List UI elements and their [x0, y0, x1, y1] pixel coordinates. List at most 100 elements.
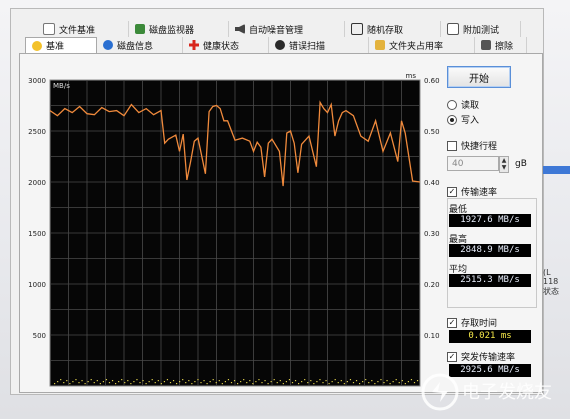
burst-rate-checkbox[interactable]: ✓ 突发传输速率: [447, 350, 515, 363]
tab-aam[interactable]: 自动噪音管理: [229, 21, 345, 37]
access-time-point: [111, 380, 114, 382]
write-radio[interactable]: 写入: [447, 113, 479, 126]
read-radio[interactable]: 读取: [447, 98, 479, 111]
access-time-point: [90, 379, 92, 381]
access-time-point: [349, 379, 352, 381]
access-time-point: [337, 382, 339, 384]
access-time-value: 0.021 ms: [449, 330, 531, 343]
access-time-point: [105, 379, 108, 381]
access-time-point: [212, 379, 214, 381]
access-time-point: [133, 381, 135, 383]
access-time-point: [218, 380, 220, 382]
disk-monitor-icon: [135, 24, 145, 34]
quick-stroke-spinner[interactable]: ▲ ▼: [499, 156, 509, 173]
tab-row-bottom: 基准 磁盘信息 健康状态 错误扫描 文件夹占用率 擦除: [25, 37, 527, 53]
access-time-point: [130, 383, 132, 385]
access-time-point: [298, 383, 300, 385]
access-time-point: [139, 382, 141, 384]
access-time-point: [93, 382, 95, 384]
quick-stroke-checkbox[interactable]: 快捷行程: [447, 139, 497, 152]
access-time-point: [313, 383, 315, 385]
access-time-point: [108, 382, 111, 384]
tab-folder-usage[interactable]: 文件夹占用率: [369, 37, 475, 53]
transfer-rate-check[interactable]: ✓: [447, 186, 457, 197]
access-time-point: [294, 380, 297, 382]
access-time-point: [252, 383, 254, 385]
peek-text-1: (L: [543, 268, 551, 277]
access-time-point: [169, 382, 172, 384]
tab-erase[interactable]: 擦除: [475, 37, 527, 53]
access-time-point: [57, 381, 59, 383]
tab-disk-info[interactable]: 磁盘信息: [97, 37, 183, 53]
access-time-point: [194, 381, 196, 383]
write-radio-dot[interactable]: [447, 114, 457, 125]
health-cross-icon: [189, 40, 199, 50]
quick-stroke-unit: gB: [515, 159, 527, 169]
hd-tune-window: 文件基准 磁盘监视器 自动噪音管理 随机存取 附加测试 基准 磁盘信息 健康状态…: [10, 8, 544, 395]
access-time-point: [142, 380, 144, 382]
access-time-point: [395, 379, 397, 381]
tab-disk-monitor[interactable]: 磁盘监视器: [129, 21, 229, 37]
access-time-point: [96, 380, 98, 382]
access-time-point: [301, 381, 303, 383]
access-time-point: [163, 381, 165, 383]
tab-error-scan[interactable]: 错误扫描: [269, 37, 369, 53]
access-time-point: [176, 383, 178, 385]
access-time-point: [237, 383, 239, 385]
access-time-point: [371, 380, 373, 382]
access-time-point: [188, 380, 190, 382]
access-time-point: [69, 383, 71, 385]
access-time-point: [124, 382, 126, 384]
access-time-point: [166, 379, 169, 381]
tab-random-access[interactable]: 随机存取: [345, 21, 441, 37]
access-time-point: [325, 380, 327, 382]
access-time-point: [99, 383, 101, 385]
tab-file-benchmark[interactable]: 文件基准: [37, 21, 129, 37]
access-time-point: [148, 381, 150, 383]
info-icon: [103, 40, 113, 50]
access-time-point: [264, 380, 266, 382]
access-time-point: [191, 383, 193, 385]
access-time-point: [380, 379, 382, 381]
left-tick-label: 3000: [28, 77, 46, 85]
access-time-point: [197, 379, 199, 381]
quick-stroke-input[interactable]: 40: [447, 156, 499, 171]
burst-rate-check[interactable]: ✓: [447, 351, 457, 362]
access-time-point: [398, 382, 400, 384]
tab-health[interactable]: 健康状态: [183, 37, 269, 53]
access-time-checkbox[interactable]: ✓ 存取时间: [447, 316, 497, 329]
tab-benchmark[interactable]: 基准: [25, 37, 97, 53]
access-time-point: [255, 381, 257, 383]
access-time-point: [136, 379, 138, 381]
note-icon: [447, 23, 459, 35]
access-time-point: [240, 381, 242, 383]
access-time-point: [285, 381, 287, 383]
access-time-point: [365, 379, 367, 381]
peek-titlebar: [543, 166, 570, 174]
access-time-point: [209, 381, 211, 383]
benchmark-panel: 500 1000 1500 2000 2500 3000 MB/s 0.10 0.20 0.30 0…: [19, 53, 543, 393]
read-radio-dot[interactable]: [447, 99, 457, 110]
access-time-point: [246, 382, 248, 384]
access-time-point: [331, 381, 333, 383]
background-window-peek: (L 118 状态: [543, 160, 570, 360]
access-time-point: [340, 380, 342, 382]
access-time-check[interactable]: ✓: [447, 317, 457, 328]
left-tick-label: 1000: [28, 281, 46, 289]
access-time-point: [374, 383, 376, 385]
access-time-point: [362, 381, 364, 383]
transfer-rate-checkbox[interactable]: ✓ 传输速率: [447, 185, 497, 198]
quick-stroke-box[interactable]: [447, 140, 457, 151]
access-time-point: [352, 382, 355, 384]
access-time-point: [224, 381, 226, 383]
tab-extra-tests[interactable]: 附加测试: [441, 21, 521, 37]
access-time-point: [322, 382, 324, 384]
access-time-point: [270, 381, 272, 383]
access-time-point: [115, 383, 117, 385]
start-button[interactable]: 开始: [447, 66, 511, 88]
min-value: 1927.6 MB/s: [449, 214, 531, 227]
access-time-point: [319, 379, 321, 381]
left-tick-label: 2000: [28, 179, 46, 187]
access-time-point: [258, 379, 260, 381]
access-time-point: [410, 379, 413, 381]
